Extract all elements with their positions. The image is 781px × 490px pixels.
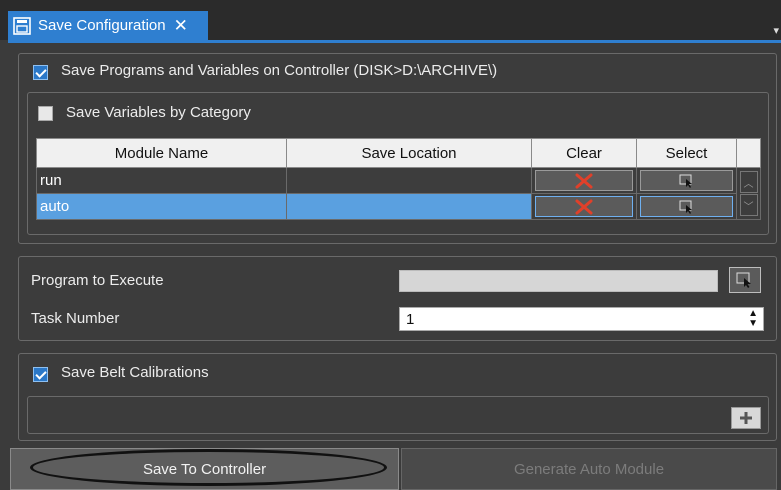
table-row[interactable]: auto: [36, 193, 761, 220]
scroll-down-icon[interactable]: ﹀: [739, 194, 758, 216]
clear-x-icon: [575, 173, 593, 188]
clear-cell: [531, 193, 637, 220]
clear-button[interactable]: [535, 196, 633, 217]
save-configuration-window: Save Configuration ✕ ▾ Save Programs and…: [0, 0, 781, 490]
module-name-cell[interactable]: auto: [36, 193, 287, 220]
belt-calibration-list[interactable]: [27, 396, 769, 434]
column-header-select[interactable]: Select: [636, 138, 737, 168]
save-location-cell[interactable]: [286, 193, 532, 220]
save-location-cell[interactable]: [286, 167, 532, 194]
task-number-label: Task Number: [31, 310, 120, 327]
program-to-execute-label: Program to Execute: [31, 272, 164, 289]
select-button[interactable]: [640, 196, 733, 217]
tab-save-configuration[interactable]: Save Configuration ✕: [8, 11, 208, 40]
save-to-controller-label: Save To Controller: [142, 460, 267, 478]
clear-x-icon: [575, 199, 593, 214]
task-number-stepper[interactable]: 1 ▲ ▼: [399, 307, 764, 331]
table-header: Module Name Save Location Clear Select: [36, 138, 761, 168]
module-name-cell[interactable]: run: [36, 167, 287, 194]
select-button[interactable]: [640, 170, 733, 191]
scroll-up-icon[interactable]: ︿: [739, 171, 758, 193]
column-header-module-name[interactable]: Module Name: [36, 138, 287, 168]
clear-button[interactable]: [535, 170, 633, 191]
save-programs-label: Save Programs and Variables on Controlle…: [61, 62, 498, 79]
save-by-category-label: Save Variables by Category: [66, 104, 251, 121]
tab-close-icon[interactable]: ✕: [174, 16, 188, 36]
clear-cell: [531, 167, 637, 194]
column-header-save-location[interactable]: Save Location: [286, 138, 532, 168]
generate-auto-module-button[interactable]: Generate Auto Module: [401, 448, 777, 490]
document-icon: [13, 16, 31, 35]
column-header-clear[interactable]: Clear: [531, 138, 637, 168]
cursor-select-icon: [679, 200, 692, 214]
column-header-spacer: [736, 138, 761, 168]
save-by-category-checkbox[interactable]: [38, 106, 53, 121]
table-scrollbar[interactable]: ︿ ﹀: [736, 167, 761, 220]
chevron-down-icon[interactable]: ▾: [773, 24, 779, 37]
select-cell: [636, 193, 737, 220]
save-programs-checkbox[interactable]: [33, 65, 48, 80]
task-number-value: 1: [406, 311, 415, 328]
table-row[interactable]: run ︿ ﹀: [36, 167, 761, 220]
save-belt-label: Save Belt Calibrations: [61, 364, 209, 381]
cursor-select-icon: [736, 272, 751, 288]
spinner-icon[interactable]: ▲ ▼: [748, 309, 758, 329]
cursor-select-icon: [679, 174, 692, 188]
generate-auto-module-label: Generate Auto Module: [513, 460, 665, 478]
select-cell: [636, 167, 737, 194]
add-button[interactable]: [731, 407, 761, 429]
plus-icon: [740, 412, 752, 424]
save-belt-checkbox[interactable]: [33, 367, 48, 382]
module-table: Module Name Save Location Clear Select r…: [36, 138, 761, 220]
tab-underline: [8, 40, 781, 43]
save-to-controller-button[interactable]: Save To Controller: [10, 448, 399, 490]
tab-title: Save Configuration: [38, 17, 166, 34]
select-program-button[interactable]: [729, 267, 761, 293]
program-to-execute-field[interactable]: [399, 270, 718, 292]
